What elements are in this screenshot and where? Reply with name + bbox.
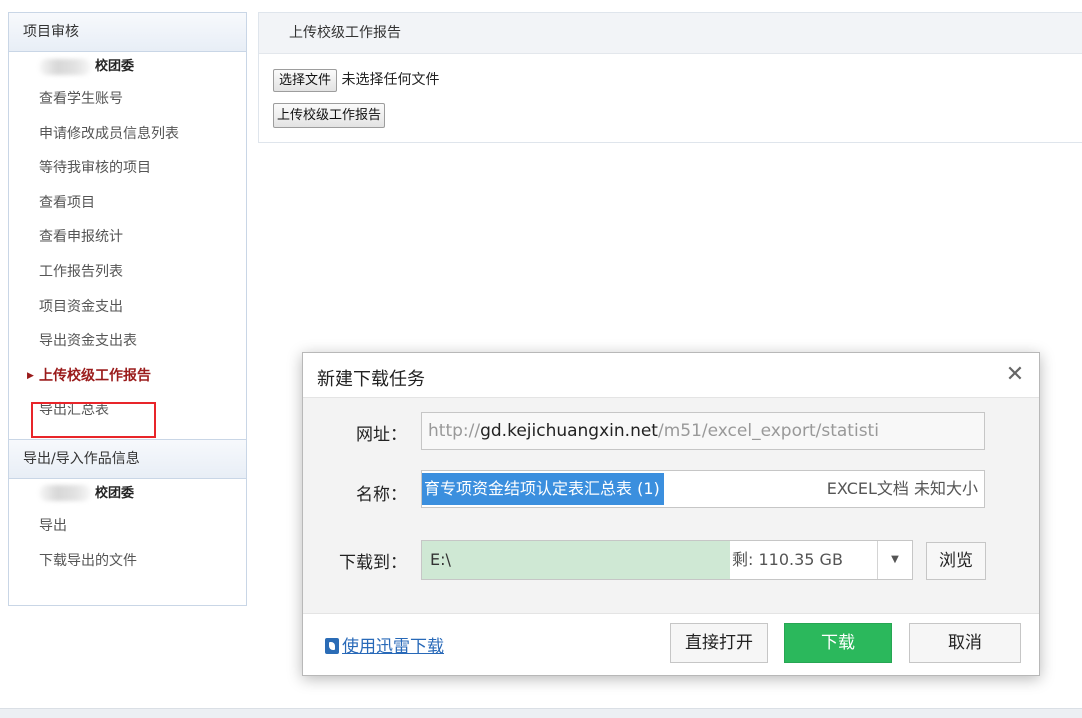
- sidebar-section-project-review: 项目审核: [9, 13, 246, 52]
- disk-free-space: 剩: 110.35 GB: [732, 550, 843, 569]
- sidebar-section-title: 项目审核: [23, 24, 79, 40]
- download-button[interactable]: 下载: [784, 623, 892, 663]
- file-type-size: EXCEL文档 未知大小: [826, 479, 978, 498]
- sidebar-section-title: 导出/导入作品信息: [23, 450, 140, 467]
- sidebar: 项目审核 校团委 查看学生账号 申请修改成员信息列表 等待我审核的项目 查看项目…: [8, 12, 247, 606]
- save-path-value: E:\: [430, 550, 451, 569]
- sidebar-item-view-student-accounts[interactable]: 查看学生账号: [9, 82, 246, 117]
- redacted-name: [39, 485, 91, 502]
- filename-selected-text: 育专项资金结项认定表汇总表 (1): [422, 473, 664, 505]
- sidebar-item-pending-review[interactable]: 等待我审核的项目: [9, 151, 246, 186]
- panel-title: 上传校级工作报告: [259, 13, 1082, 54]
- save-path-field[interactable]: E:\ 剩: 110.35 GB ▼: [421, 540, 913, 580]
- sidebar-org-heading: 校团委: [9, 52, 246, 82]
- sidebar-item-view-projects[interactable]: 查看项目: [9, 186, 246, 221]
- sidebar-org-heading: 校团委: [9, 479, 246, 509]
- use-xunlei-link[interactable]: 使用迅雷下载: [325, 632, 444, 657]
- close-icon[interactable]: ✕: [1003, 363, 1027, 387]
- sidebar-item-download-exported[interactable]: 下载导出的文件: [9, 544, 246, 579]
- no-file-text: 未选择任何文件: [341, 72, 440, 88]
- sidebar-section-export-import: 导出/导入作品信息: [9, 438, 246, 479]
- dialog-body: 网址： http://gd.kejichuangxin.net/m51/exce…: [303, 397, 1039, 614]
- new-download-dialog: 新建下载任务 ✕ 网址： http://gd.kejichuangxin.net…: [302, 352, 1040, 676]
- xunlei-icon: [325, 638, 339, 654]
- chevron-down-icon[interactable]: ▼: [877, 541, 912, 579]
- sidebar-item-export[interactable]: 导出: [9, 509, 246, 544]
- cancel-button[interactable]: 取消: [909, 623, 1021, 663]
- sidebar-item-export-expenses[interactable]: 导出资金支出表: [9, 324, 246, 359]
- upload-report-button[interactable]: 上传校级工作报告: [273, 103, 386, 128]
- browse-button[interactable]: 浏览: [926, 542, 986, 580]
- name-label: 名称：: [356, 485, 407, 505]
- redacted-name: [39, 58, 91, 75]
- open-directly-button[interactable]: 直接打开: [670, 623, 768, 663]
- sidebar-item-application-stats[interactable]: 查看申报统计: [9, 220, 246, 255]
- upload-panel: 上传校级工作报告 选择文件 未选择任何文件 上传校级工作报告: [258, 12, 1082, 143]
- file-chooser-row: 选择文件 未选择任何文件: [273, 69, 439, 92]
- sidebar-item-upload-report[interactable]: ▶ 上传校级工作报告: [9, 359, 246, 394]
- sidebar-item-project-expenses[interactable]: 项目资金支出: [9, 290, 246, 325]
- save-to-label: 下载到：: [339, 553, 407, 573]
- sidebar-item-export-summary[interactable]: 导出汇总表: [9, 393, 246, 428]
- url-field[interactable]: http://gd.kejichuangxin.net/m51/excel_ex…: [421, 412, 985, 450]
- disk-usage-fill: E:\: [422, 541, 730, 579]
- url-label: 网址：: [356, 425, 407, 445]
- sidebar-item-member-change-requests[interactable]: 申请修改成员信息列表: [9, 117, 246, 152]
- sidebar-item-work-reports[interactable]: 工作报告列表: [9, 255, 246, 290]
- filename-field[interactable]: 育专项资金结项认定表汇总表 (1) EXCEL文档 未知大小: [421, 470, 985, 508]
- dialog-title: 新建下载任务: [317, 369, 425, 390]
- active-arrow-icon: ▶: [27, 370, 34, 381]
- choose-file-button[interactable]: 选择文件: [273, 69, 338, 92]
